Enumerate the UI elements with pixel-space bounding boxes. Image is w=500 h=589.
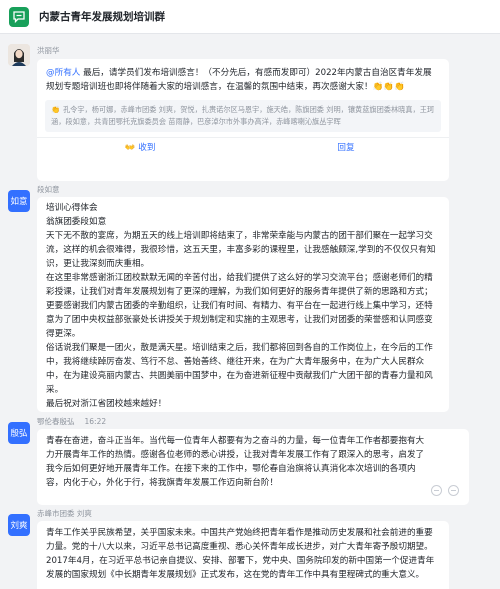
- reply-button[interactable]: 回复: [243, 141, 449, 155]
- clap-emoji: 👏👏👏: [372, 82, 405, 92]
- paragraph: 翁旗团委段如意: [46, 217, 107, 227]
- reaction-list[interactable]: 👏 孔令宇，杨可娜，赤峰市团委 刘爽，贺悦，扎赉诺尔区马恩宇，施天皓，陈旗团委 刘…: [45, 100, 441, 132]
- clap-icon: 👏: [51, 105, 60, 114]
- chat-bubble-icon: [13, 10, 25, 23]
- more-icon[interactable]: [448, 485, 459, 496]
- sender-name: 鄂伦春殷弘: [37, 417, 75, 426]
- mention-all[interactable]: @所有人: [46, 68, 80, 78]
- paragraph: 最后祝对浙江省团校越来越好！: [46, 399, 167, 409]
- message-text: 青春在奋进，奋斗正当年。当代每一位青年人都要有为之奋斗的力量，每一位青年工作者都…: [46, 436, 425, 488]
- received-button[interactable]: 👐 收到: [37, 141, 243, 155]
- sender-name: 段如意: [37, 185, 60, 194]
- sender-line: 鄂伦春殷弘 16:22: [37, 416, 106, 427]
- paragraph: 天下无不散的宴席，为期五天的线上培训即将结束了，非常荣幸能与内蒙古的团干部们聚在…: [46, 231, 436, 269]
- sender-name: 赤峰市团委 刘爽: [37, 509, 92, 518]
- sender-name: 洪丽华: [37, 46, 60, 55]
- avatar[interactable]: 刘爽: [8, 514, 30, 536]
- group-title: 内蒙古青年发展规划培训群: [39, 11, 165, 23]
- group-avatar-chat-bubble-icon[interactable]: [9, 6, 29, 27]
- message-feed[interactable]: 洪丽华 @所有人 最后，请学员们发布培训感言！（不分先后，有感而发即可）2022…: [0, 34, 500, 589]
- user-photo-icon: [8, 44, 30, 66]
- paragraph: 俗话说我们聚是一团火，散是满天星。培训结束之后，我们都将回到各自的工作岗位上，在…: [46, 343, 433, 395]
- message-text: 青年工作关乎民族希望，关乎国家未来。中国共产党始终把青年看作是推动历史发展和社会…: [46, 528, 435, 580]
- message-bubble[interactable]: 青春在奋进，奋斗正当年。当代每一位青年人都要有为之奋斗的力量，每一位青年工作者都…: [37, 429, 469, 505]
- received-label: 收到: [138, 143, 156, 153]
- avatar[interactable]: 殷弘: [8, 422, 30, 444]
- reply-label: 回复: [337, 143, 355, 153]
- message-bubble[interactable]: 青年工作关乎民族希望，关乎国家未来。中国共产党始终把青年看作是推动历史发展和社会…: [37, 521, 449, 589]
- paragraph: 培训心得体会: [46, 203, 98, 213]
- timestamp: 16:22: [84, 417, 107, 426]
- reaction-users: 孔令宇，杨可娜，赤峰市团委 刘爽，贺悦，扎赉诺尔区马恩宇，施天皓，陈旗团委 刘明…: [51, 105, 435, 126]
- message-bubble[interactable]: @所有人 最后，请学员们发布培训感言！（不分先后，有感而发即可）2022年内蒙古…: [37, 59, 449, 181]
- message-text: @所有人 最后，请学员们发布培训感言！（不分先后，有感而发即可）2022年内蒙古…: [37, 59, 449, 94]
- avatar[interactable]: 如意: [8, 190, 30, 212]
- avatar[interactable]: [8, 44, 30, 66]
- message-bubble[interactable]: 培训心得体会 翁旗团委段如意 天下无不散的宴席，为期五天的线上培训即将结束了，非…: [37, 197, 449, 412]
- paragraph: 在这里非常感谢浙江团校默默无闻的辛苦付出，给我们提供了这么好的学习交流平台；感谢…: [46, 273, 433, 339]
- hands-icon: 👐: [124, 143, 136, 153]
- quote-icon[interactable]: [431, 485, 442, 496]
- action-row: 👐 收到 回复: [37, 137, 449, 158]
- message-actions: [431, 485, 459, 496]
- chat-header: 内蒙古青年发展规划培训群: [0, 0, 500, 34]
